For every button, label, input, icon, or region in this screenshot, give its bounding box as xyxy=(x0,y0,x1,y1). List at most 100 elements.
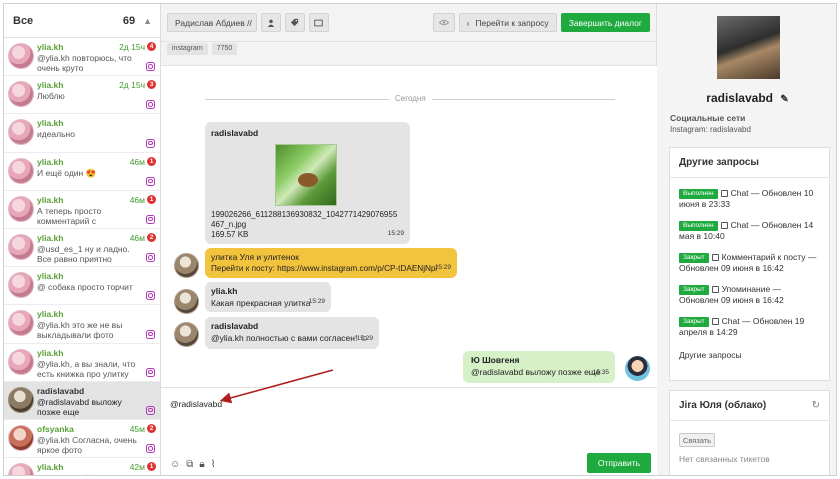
chat-toolbar: Радислав Абдиев // › Перейти к запросу З… xyxy=(161,4,656,66)
message-input[interactable]: @radislavabd xyxy=(170,399,222,409)
conversation-item[interactable]: ylia.kh @ собака просто торчит xyxy=(4,267,160,306)
send-button[interactable]: Отправить xyxy=(587,453,651,473)
instagram-account: Instagram: radislavabd xyxy=(670,125,751,134)
request-item[interactable]: Выполнен Chat — Обновлен 14 мая в 10:40 xyxy=(670,214,829,246)
instagram-icon xyxy=(146,291,155,301)
instagram-icon xyxy=(146,138,155,148)
unread-badge: 1 xyxy=(147,156,156,166)
conversation-preview: И ещё один 😍 xyxy=(37,167,97,178)
attached-image[interactable] xyxy=(275,144,337,206)
request-item[interactable]: Выполнен Chat — Обновлен 10 июня в 23:33 xyxy=(670,182,829,214)
window-icon[interactable] xyxy=(308,13,329,32)
instagram-icon xyxy=(146,444,155,454)
instagram-icon xyxy=(146,367,155,377)
link-ticket-button[interactable]: Связать xyxy=(679,433,715,447)
message-text: @radislavabd выложу позже еще xyxy=(471,367,601,377)
avatar xyxy=(174,289,199,314)
conversation-list-header[interactable]: Все 69 ▲ xyxy=(4,4,160,38)
conversation-time: 46м xyxy=(129,156,145,167)
finish-dialog-button[interactable]: Завершить диалог xyxy=(560,13,650,32)
copy-icon[interactable]: ⧉ xyxy=(186,459,193,470)
conversation-item[interactable]: radislavabd @radislavabd выложу позже еще xyxy=(4,381,160,420)
unread-badge: 1 xyxy=(147,462,156,472)
message-composer[interactable]: @radislavabd ☺ ⧉ 🔒︎ ⌇ Отправить xyxy=(161,387,657,475)
conversation-item[interactable]: ylia.kh идеально xyxy=(4,114,160,153)
conversation-item[interactable]: ylia.kh @ylia.kh, а вы знали, что есть кн… xyxy=(4,344,160,382)
tag-chip[interactable]: 7750 xyxy=(211,43,238,55)
message-time: 15:29 xyxy=(434,264,451,271)
conversation-preview: @ylia.kh повторюсь, что очень круто xyxy=(37,53,132,73)
tag-icon[interactable] xyxy=(284,13,305,32)
refresh-icon[interactable]: ↻ xyxy=(812,400,820,411)
attach-icon[interactable]: ⌇ xyxy=(211,459,216,470)
status-badge: Закрыт xyxy=(679,317,709,327)
status-badge: Выполнен xyxy=(679,189,718,199)
avatar xyxy=(8,157,34,184)
details-panel: radislavabd ✎ Социальные сети Instagram:… xyxy=(657,4,836,475)
profile-name: radislavabd xyxy=(706,91,773,105)
conversation-time: 46м xyxy=(129,232,145,243)
emoji-icon[interactable]: ☺ xyxy=(170,459,180,470)
social-networks-label: Социальные сети xyxy=(670,113,746,123)
operator-name[interactable]: Радислав Абдиев // xyxy=(167,13,257,32)
message-bubble: radislavabd @ylia.kh полностью с вами со… xyxy=(205,317,379,349)
goto-request-label: Перейти к запросу xyxy=(475,17,549,28)
conversation-item[interactable]: ylia.kh 2д 15ч 3 Люблю xyxy=(4,76,160,115)
conversation-item[interactable]: ylia.kh 46м 1 И ещё один 😍 xyxy=(4,153,160,191)
status-badge: Выполнен xyxy=(679,221,718,231)
conversation-name: ylia.kh xyxy=(37,156,64,167)
lock-icon[interactable]: 🔒︎ xyxy=(199,459,204,470)
conversation-item[interactable]: ylia.kh 42м1 Комментарий к посту xyxy=(4,458,160,475)
other-requests-card: Другие запросы Выполнен Chat — Обновлен 1… xyxy=(669,147,830,381)
message-bubble: radislavabd 199026266_611288136930832_10… xyxy=(205,122,410,244)
message-text: @ylia.kh полностью с вами согласен! ☺ xyxy=(211,333,369,343)
file-size: 169.57 KB xyxy=(211,230,249,239)
conversation-preview: @ylia.kh, а вы знали, что есть книжка пр… xyxy=(37,358,136,379)
conversation-time: 2д 15ч xyxy=(119,42,145,52)
request-item[interactable]: Закрыт Комментарий к посту — Обновлен 09 … xyxy=(670,246,829,278)
conversation-time: 46м xyxy=(129,194,145,205)
conversation-preview: А теперь просто комментарий с огонёчкам.… xyxy=(37,205,102,226)
unread-badge: 3 xyxy=(147,80,156,90)
channel-icon xyxy=(720,190,728,197)
conversation-item[interactable]: ylia.kh 46м 1 А теперь просто комментарий с… xyxy=(4,191,160,229)
conversation-item[interactable]: ofsyanka 45м 2 @ylia.kh Согласна, очень ярк… xyxy=(4,420,160,459)
profile-avatar xyxy=(717,16,780,79)
unread-badge: 1 xyxy=(147,194,156,204)
conversation-preview: @usd_es_1 ну и ладно. Все равно приятно xyxy=(37,243,130,264)
conversation-preview: Комментарий к посту xyxy=(37,473,137,475)
conversation-time: 42м xyxy=(129,462,145,473)
chat-panel: Радислав Абдиев // › Перейти к запросу З… xyxy=(161,4,657,475)
avatar xyxy=(8,233,34,260)
avatar xyxy=(8,272,34,299)
tag-chip[interactable]: instagram xyxy=(167,43,208,55)
pencil-icon[interactable]: ✎ xyxy=(780,94,788,105)
conversation-preview: @radislavabd выложу позже еще xyxy=(37,396,122,417)
conversation-item[interactable]: ylia.kh @ylia.kh это же не вы выкладывали… xyxy=(4,305,160,344)
conversation-name: radislavabd xyxy=(37,385,85,396)
avatar xyxy=(8,463,34,475)
message-text[interactable]: Перейти к посту: https://www.instagram.c… xyxy=(211,263,451,275)
instagram-icon xyxy=(146,329,155,339)
request-item[interactable]: Закрыт Упоминание — Обновлен 09 июня в 16… xyxy=(670,278,829,310)
instagram-icon xyxy=(146,100,155,110)
conversation-preview: идеально xyxy=(37,129,75,140)
filter-title[interactable]: Все xyxy=(13,15,33,27)
file-name[interactable]: 199026266_611288136930832_10427714290769… xyxy=(211,210,401,230)
conversation-name: ofsyanka xyxy=(37,423,74,434)
goto-request-button[interactable]: › Перейти к запросу xyxy=(458,13,557,32)
conversation-preview: @ylia.kh Согласна, очень яркое фото xyxy=(37,434,137,455)
avatar xyxy=(174,253,199,278)
conversation-item[interactable]: ylia.kh 2д 15ч 4 @ylia.kh повторюсь, что оч… xyxy=(4,38,160,77)
chevron-up-icon[interactable]: ▲ xyxy=(143,16,152,26)
conversation-name: ylia.kh xyxy=(37,462,64,473)
composer-tools: ☺ ⧉ 🔒︎ ⌇ xyxy=(170,459,216,470)
other-requests-link[interactable]: Другие запросы xyxy=(670,342,829,366)
agent-avatar xyxy=(625,356,650,381)
person-icon[interactable] xyxy=(260,13,281,32)
eye-icon[interactable] xyxy=(432,13,455,32)
other-requests-title: Другие запросы xyxy=(670,148,829,178)
avatar xyxy=(8,348,34,375)
request-item[interactable]: Закрыт Chat — Обновлен 19 апреля в 14:29 xyxy=(670,310,829,342)
conversation-item[interactable]: ylia.kh 46м 2 @usd_es_1 ну и ладно. Все рав… xyxy=(4,229,160,268)
